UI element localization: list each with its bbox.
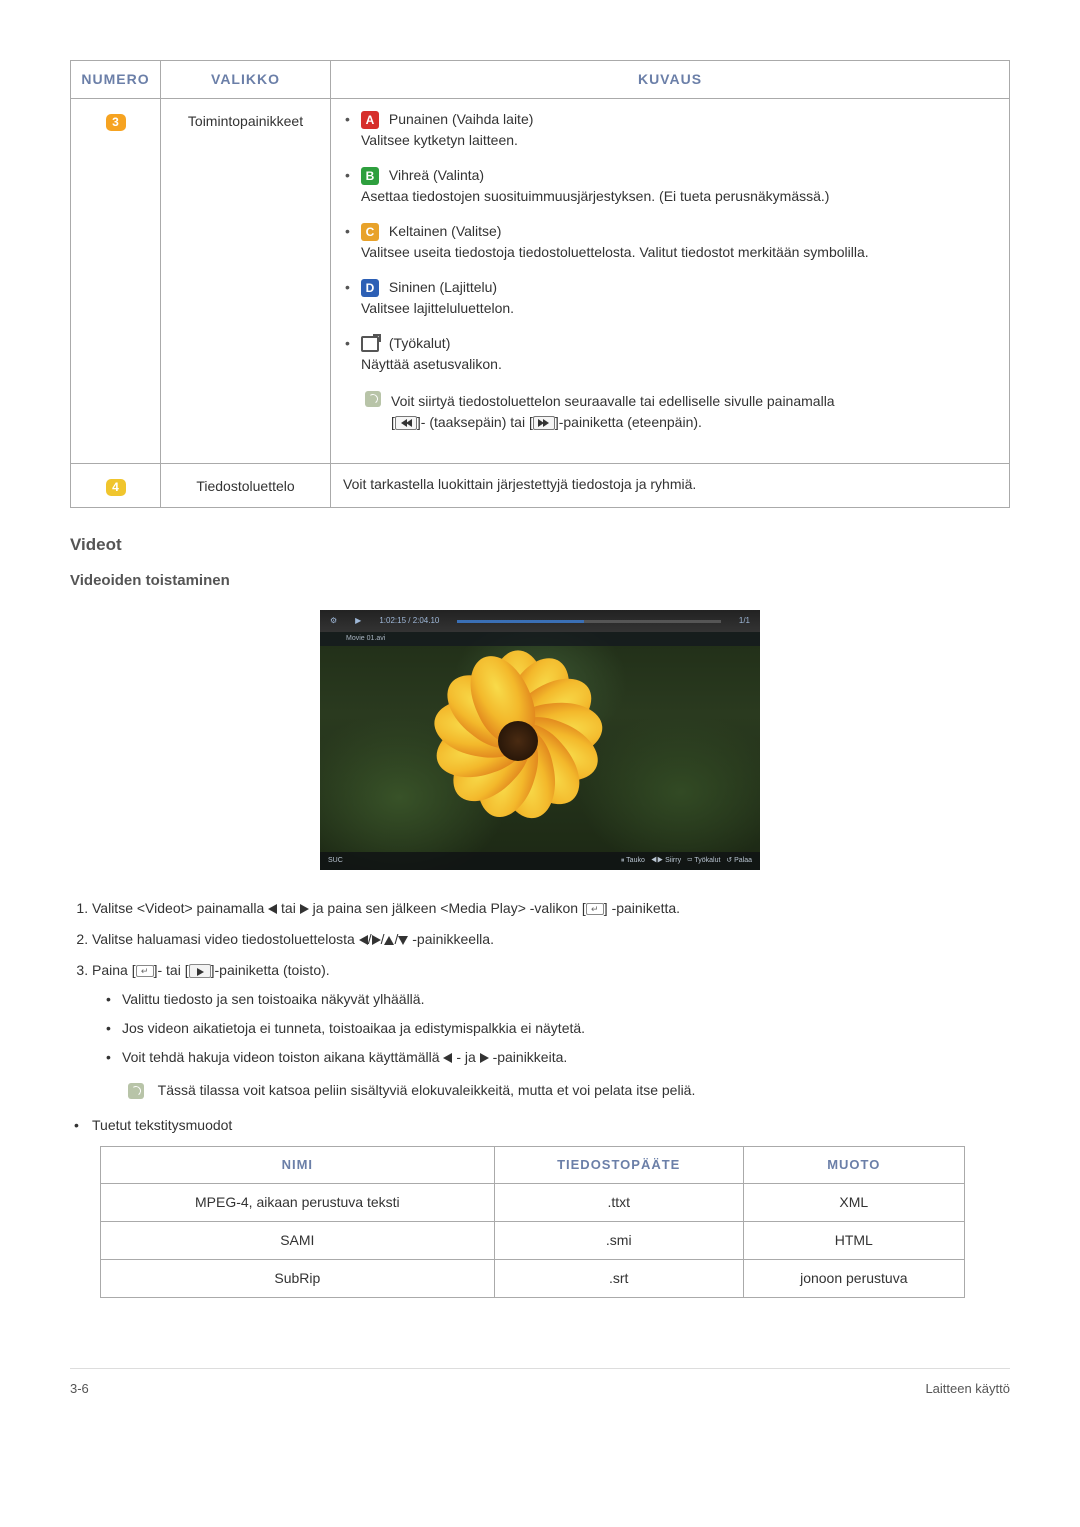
footer-section: Laitteen käyttö bbox=[925, 1379, 1010, 1399]
playback-steps: Valitse <Videot> painamalla tai ja paina… bbox=[92, 898, 1010, 1101]
right-arrow-icon bbox=[372, 935, 381, 945]
th-valikko: VALIKKO bbox=[161, 61, 331, 99]
player-page: 1/1 bbox=[739, 615, 750, 627]
move-ctrl: ◀▶ Siirry bbox=[651, 857, 681, 864]
fmt-th-name: NIMI bbox=[101, 1147, 495, 1184]
tools-label: (Työkalut) bbox=[389, 335, 450, 351]
fmt-row: SAMI .smi HTML bbox=[101, 1221, 965, 1259]
row3-menu: Toimintopainikkeet bbox=[161, 99, 331, 464]
left-arrow-icon bbox=[359, 935, 368, 945]
progress-bar bbox=[457, 620, 720, 623]
yellow-c-icon: C bbox=[361, 223, 379, 241]
player-left-label: SUC bbox=[328, 856, 343, 867]
left-arrow-icon bbox=[443, 1053, 452, 1063]
supported-label: Tuetut tekstitysmuodot bbox=[74, 1115, 1010, 1136]
step-1: Valitse <Videot> painamalla tai ja paina… bbox=[92, 898, 1010, 919]
return-ctrl: ↺ Palaa bbox=[726, 857, 752, 864]
red-a-icon: A bbox=[361, 111, 379, 129]
green-label: Vihreä (Valinta) bbox=[389, 167, 484, 183]
video-player-screenshot: ⚙ ▶ 1:02:15 / 2:04.10 1/1 Movie 01.avi S… bbox=[320, 610, 760, 870]
row4-desc: Voit tarkastella luokittain järjestettyj… bbox=[331, 464, 1010, 508]
player-controls: ⏸ Tauko ◀▶ Siirry ▭ Työkalut ↺ Palaa bbox=[621, 856, 752, 867]
step-3-sub3: Voit tehdä hakuja videon toiston aikana … bbox=[106, 1047, 1010, 1068]
tools-icon bbox=[361, 336, 379, 352]
green-desc: Asettaa tiedostojen suosituimmuusjärjest… bbox=[361, 188, 829, 204]
down-arrow-icon bbox=[398, 936, 408, 945]
player-filename: Movie 01.avi bbox=[320, 632, 760, 646]
play-button-icon bbox=[189, 964, 211, 978]
table-row-4: 4 Tiedostoluettelo Voit tarkastella luok… bbox=[71, 464, 1010, 508]
function-table: NUMERO VALIKKO KUVAUS 3 Toimintopainikke… bbox=[70, 60, 1010, 508]
fmt-row: SubRip .srt jonoon perustuva bbox=[101, 1259, 965, 1297]
play-indicator-icon: ▶ bbox=[355, 615, 361, 627]
enter-icon bbox=[136, 965, 154, 977]
tools-ctrl: ▭ Työkalut bbox=[687, 857, 721, 864]
th-kuvaus: KUVAUS bbox=[331, 61, 1010, 99]
table-row-3: 3 Toimintopainikkeet A Punainen (Vaihda … bbox=[71, 99, 1010, 464]
page-footer: 3-6 Laitteen käyttö bbox=[70, 1368, 1010, 1399]
yellow-desc: Valitsee useita tiedostoja tiedostoluett… bbox=[361, 244, 869, 260]
badge-4-icon: 4 bbox=[106, 479, 126, 496]
heading-videos: Videot bbox=[70, 532, 1010, 558]
reel-icon: ⚙ bbox=[330, 615, 337, 627]
left-arrow-icon bbox=[268, 904, 277, 914]
blue-label: Sininen (Lajittelu) bbox=[389, 279, 497, 295]
step-3: Paina []- tai []-painiketta (toisto). Va… bbox=[92, 960, 1010, 1101]
red-desc: Valitsee kytketyn laitteen. bbox=[361, 132, 518, 148]
forward-icon bbox=[533, 416, 555, 430]
fmt-th-format: MUOTO bbox=[743, 1147, 964, 1184]
green-b-icon: B bbox=[361, 167, 379, 185]
fmt-th-ext: TIEDOSTOPÄÄTE bbox=[494, 1147, 743, 1184]
heading-playback: Videoiden toistaminen bbox=[70, 570, 1010, 593]
blue-d-icon: D bbox=[361, 279, 379, 297]
badge-3-icon: 3 bbox=[106, 114, 126, 131]
rewind-icon bbox=[395, 416, 417, 430]
fmt-row: MPEG-4, aikaan perustuva teksti .ttxt XM… bbox=[101, 1183, 965, 1221]
blue-desc: Valitsee lajitteluluettelon. bbox=[361, 300, 514, 316]
player-time: 1:02:15 / 2:04.10 bbox=[379, 615, 439, 627]
row4-menu: Tiedostoluettelo bbox=[161, 464, 331, 508]
right-arrow-icon bbox=[300, 904, 309, 914]
yellow-label: Keltainen (Valitse) bbox=[389, 223, 502, 239]
page-nav-note: Voit siirtyä tiedostoluettelon seuraaval… bbox=[361, 385, 997, 439]
player-bottom-bar: SUC ⏸ Tauko ◀▶ Siirry ▭ Työkalut ↺ Palaa bbox=[320, 852, 760, 870]
step-2: Valitse haluamasi video tiedostoluettelo… bbox=[92, 929, 1010, 950]
right-arrow-icon bbox=[480, 1053, 489, 1063]
player-top-bar: ⚙ ▶ 1:02:15 / 2:04.10 1/1 bbox=[320, 610, 760, 632]
enter-icon bbox=[586, 903, 604, 915]
step-3-sub1: Valittu tiedosto ja sen toistoaika näkyv… bbox=[106, 989, 1010, 1010]
note-icon bbox=[365, 391, 381, 407]
red-label: Punainen (Vaihda laite) bbox=[389, 111, 534, 127]
note-text-b2: ]-painiketta (eteenpäin). bbox=[555, 414, 702, 430]
game-mode-note: Tässä tilassa voit katsoa peliin sisälty… bbox=[128, 1080, 1010, 1101]
note-text-a: Voit siirtyä tiedostoluettelon seuraaval… bbox=[391, 393, 835, 409]
note-text-b1: ]- (taaksepäin) tai [ bbox=[417, 414, 533, 430]
tools-desc: Näyttää asetusvalikon. bbox=[361, 356, 502, 372]
up-arrow-icon bbox=[384, 936, 394, 945]
subtitle-formats-table: NIMI TIEDOSTOPÄÄTE MUOTO MPEG-4, aikaan … bbox=[100, 1146, 965, 1298]
pause-ctrl: ⏸ Tauko bbox=[621, 857, 645, 864]
note-icon bbox=[128, 1083, 144, 1099]
th-numero: NUMERO bbox=[71, 61, 161, 99]
row3-desc: A Punainen (Vaihda laite) Valitsee kytke… bbox=[331, 99, 1010, 464]
supported-formats-bullet: Tuetut tekstitysmuodot bbox=[74, 1115, 1010, 1136]
step-3-sub2: Jos videon aikatietoja ei tunneta, toist… bbox=[106, 1018, 1010, 1039]
footer-page-num: 3-6 bbox=[70, 1379, 89, 1399]
